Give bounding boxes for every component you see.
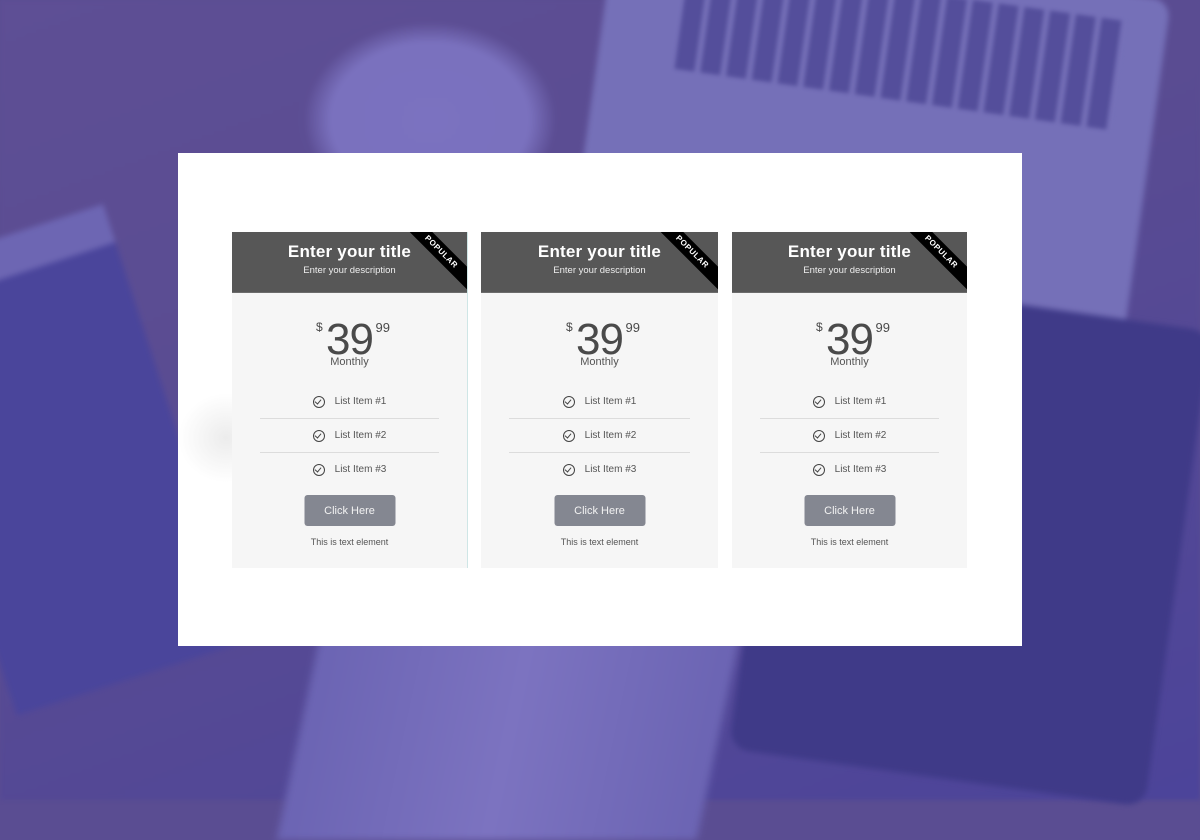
check-circle-icon xyxy=(812,463,825,476)
list-item-label: List Item #3 xyxy=(834,464,887,475)
list-item: List Item #1 xyxy=(260,385,439,419)
feature-list: List Item #1 List Item #2 List Item #3 xyxy=(760,385,939,486)
list-item-label: List Item #2 xyxy=(584,430,637,441)
list-item: List Item #3 xyxy=(760,453,939,486)
price-cents: 99 xyxy=(875,320,890,335)
check-circle-icon xyxy=(562,463,575,476)
footer-text: This is text element xyxy=(560,537,639,547)
card-header: Enter your title Enter your description … xyxy=(732,232,967,293)
pricing-card: Enter your title Enter your description … xyxy=(481,232,718,568)
footer-text: This is text element xyxy=(810,537,889,547)
footer-text: This is text element xyxy=(310,537,389,547)
list-item: List Item #2 xyxy=(509,419,690,453)
list-item: List Item #2 xyxy=(260,419,439,453)
feature-list: List Item #1 List Item #2 List Item #3 xyxy=(509,385,690,486)
card-header: Enter your title Enter your description … xyxy=(232,232,467,293)
check-circle-icon xyxy=(562,395,575,408)
list-item: List Item #3 xyxy=(509,453,690,486)
price-currency: $ xyxy=(316,320,323,334)
list-item: List Item #1 xyxy=(509,385,690,419)
list-item-label: List Item #2 xyxy=(334,430,387,441)
background-notebook xyxy=(276,620,744,840)
list-item-label: List Item #1 xyxy=(334,396,387,407)
price-cents: 99 xyxy=(625,320,640,335)
price-cents: 99 xyxy=(375,320,390,335)
card-header: Enter your title Enter your description … xyxy=(481,232,718,293)
list-item: List Item #1 xyxy=(760,385,939,419)
check-circle-icon xyxy=(312,429,325,442)
check-circle-icon xyxy=(812,395,825,408)
price-period: Monthly xyxy=(330,356,369,368)
price-currency: $ xyxy=(816,320,823,334)
list-item-label: List Item #1 xyxy=(584,396,637,407)
list-item-label: List Item #2 xyxy=(834,430,887,441)
click-here-button[interactable]: Click Here xyxy=(304,495,395,526)
card-description: Enter your description xyxy=(803,265,896,276)
click-here-button[interactable]: Click Here xyxy=(554,495,645,526)
price-period: Monthly xyxy=(580,356,619,368)
price-period: Monthly xyxy=(830,356,869,368)
check-circle-icon xyxy=(312,463,325,476)
pricing-card: Enter your title Enter your description … xyxy=(732,232,967,568)
list-item: List Item #2 xyxy=(760,419,939,453)
list-item-label: List Item #3 xyxy=(584,464,637,475)
card-description: Enter your description xyxy=(553,265,646,276)
list-item-label: List Item #1 xyxy=(834,396,887,407)
feature-list: List Item #1 List Item #2 List Item #3 xyxy=(260,385,439,486)
click-here-button[interactable]: Click Here xyxy=(804,495,895,526)
check-circle-icon xyxy=(312,395,325,408)
check-circle-icon xyxy=(812,429,825,442)
check-circle-icon xyxy=(562,429,575,442)
pricing-card: Enter your title Enter your description … xyxy=(232,232,468,568)
list-item-label: List Item #3 xyxy=(334,464,387,475)
card-description: Enter your description xyxy=(303,265,396,276)
list-item: List Item #3 xyxy=(260,453,439,486)
pricing-panel: Enter your title Enter your description … xyxy=(178,153,1022,646)
price-currency: $ xyxy=(566,320,573,334)
